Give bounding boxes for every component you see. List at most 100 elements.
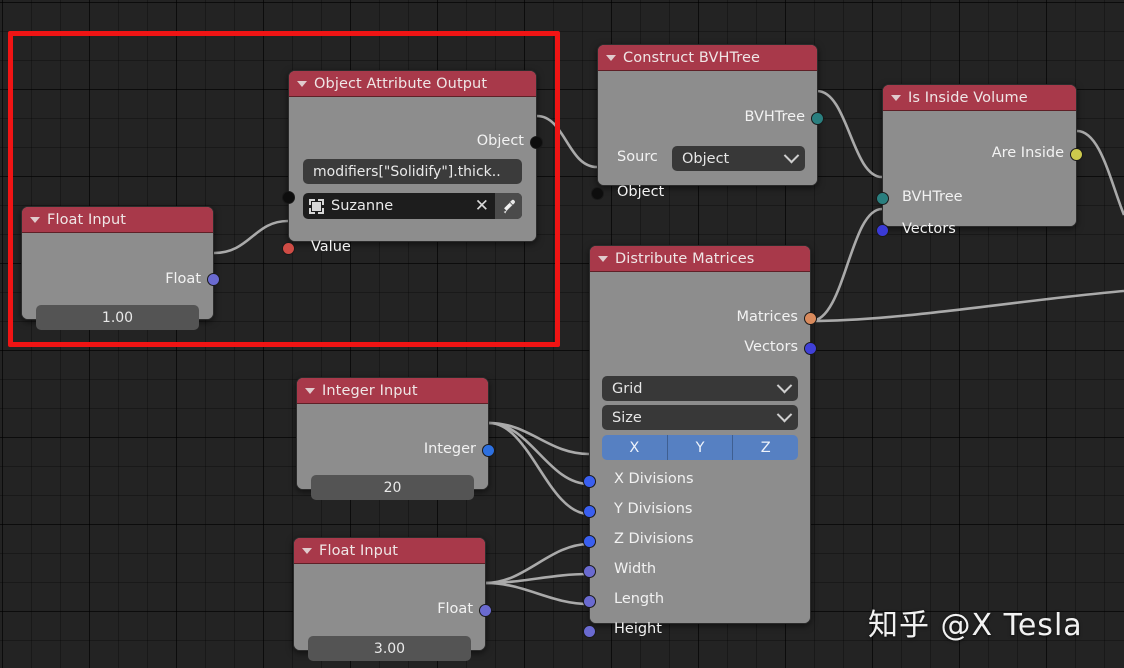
object-data-icon	[309, 198, 324, 214]
input-label-z-divisions: Z Divisions	[614, 531, 694, 547]
input-socket-vectors[interactable]	[876, 224, 889, 237]
node-title: Is Inside Volume	[908, 89, 1028, 106]
output-socket-object[interactable]	[530, 136, 543, 149]
input-socket-x-divisions[interactable]	[583, 475, 596, 488]
output-label-are-inside: Are Inside	[991, 145, 1064, 161]
input-label-width: Width	[614, 561, 657, 577]
input-label-value: Value	[311, 239, 351, 255]
node-body: Are Inside BVHTree Vectors	[876, 111, 1083, 237]
float-value-field[interactable]: 1.00	[36, 305, 199, 330]
node-integer-input[interactable]: Integer Input Integer 20	[296, 377, 495, 500]
node-distribute-matrices[interactable]: Distribute Matrices Matrices Vectors Gri…	[583, 245, 817, 638]
node-header[interactable]: Float Input	[294, 538, 485, 564]
watermark-text: 知乎 @X Tesla	[868, 608, 1083, 643]
node-float-input-1[interactable]: Float Input Float 1.00	[21, 206, 220, 330]
object-name-value: Suzanne	[331, 198, 394, 214]
input-socket-height[interactable]	[583, 625, 596, 638]
axis-toggle-x[interactable]: X	[602, 435, 668, 460]
input-label-bvhtree: BVHTree	[902, 189, 963, 205]
output-socket-integer[interactable]	[482, 444, 495, 457]
collapse-triangle-icon[interactable]	[302, 547, 312, 554]
output-socket-bvhtree[interactable]	[811, 112, 824, 125]
node-object-attribute-output[interactable]: Object Attribute Output Object modifiers…	[282, 70, 543, 255]
distribution-mode-value: Grid	[612, 380, 643, 397]
collapse-triangle-icon[interactable]	[598, 255, 608, 262]
link-vectors-to-offscreen	[810, 289, 1124, 323]
clear-object-icon[interactable]: ✕	[469, 197, 495, 215]
output-socket-float[interactable]	[479, 604, 492, 617]
node-title: Float Input	[319, 542, 399, 559]
input-socket-object[interactable]	[282, 191, 295, 204]
eyedropper-glyph	[503, 199, 515, 213]
node-header[interactable]: Distribute Matrices	[590, 246, 810, 272]
size-mode-dropdown[interactable]: Size	[602, 405, 798, 430]
output-socket-float[interactable]	[207, 273, 220, 286]
node-header[interactable]: Object Attribute Output	[289, 71, 536, 97]
output-label-matrices: Matrices	[736, 309, 798, 325]
node-title: Construct BVHTree	[623, 49, 761, 66]
source-dropdown[interactable]: Object	[672, 146, 805, 171]
node-construct-bvhtree[interactable]: Construct BVHTree BVHTree Sourc Object O…	[591, 44, 824, 200]
output-socket-vectors[interactable]	[804, 342, 817, 355]
output-label-integer: Integer	[423, 441, 476, 457]
node-body: Integer 20	[297, 404, 495, 500]
input-socket-length[interactable]	[583, 595, 596, 608]
input-label-y-divisions: Y Divisions	[614, 501, 693, 517]
attribute-path-field[interactable]: modifiers["Solidify"].thick..	[303, 159, 522, 184]
source-dropdown-value: Object	[682, 150, 730, 167]
float-value-field[interactable]: 3.00	[308, 636, 471, 661]
input-label-object: Object	[617, 184, 665, 200]
node-header[interactable]: Is Inside Volume	[883, 85, 1076, 111]
node-editor-canvas[interactable]: Float Input Float 1.00 Object Attribute …	[0, 0, 1124, 668]
collapse-triangle-icon[interactable]	[30, 216, 40, 223]
axis-toggle-z[interactable]: Z	[733, 435, 798, 460]
axis-toggle-y[interactable]: Y	[667, 435, 734, 460]
collapse-triangle-icon[interactable]	[891, 94, 901, 101]
node-header[interactable]: Construct BVHTree	[598, 45, 817, 71]
input-socket-object[interactable]	[591, 187, 604, 200]
collapse-triangle-icon[interactable]	[606, 54, 616, 61]
link-int-to-zdiv	[488, 421, 590, 516]
integer-value-field[interactable]: 20	[311, 475, 474, 500]
link-float2-to-height	[485, 581, 590, 606]
input-socket-z-divisions[interactable]	[583, 535, 596, 548]
collapse-triangle-icon[interactable]	[297, 80, 307, 87]
chevron-down-icon	[776, 377, 793, 394]
node-title: Distribute Matrices	[615, 250, 755, 267]
node-body: Matrices Vectors Grid Size X Y Z X Divis…	[583, 272, 817, 638]
input-socket-bvhtree[interactable]	[876, 192, 889, 205]
input-label-x-divisions: X Divisions	[614, 471, 694, 487]
chevron-down-icon	[783, 147, 800, 164]
output-socket-matrices[interactable]	[804, 312, 817, 325]
node-header[interactable]: Float Input	[22, 207, 213, 233]
output-label-object: Object	[476, 133, 524, 149]
output-socket-are-inside[interactable]	[1070, 148, 1083, 161]
collapse-triangle-icon[interactable]	[305, 387, 315, 394]
node-title: Integer Input	[322, 382, 418, 399]
input-socket-value[interactable]	[282, 242, 295, 255]
node-body: BVHTree Sourc Object Object	[591, 71, 824, 200]
link-bvhtree-to-isinside	[816, 89, 883, 179]
link-int-to-ydiv	[488, 421, 590, 486]
output-label-float: Float	[165, 271, 201, 287]
node-header[interactable]: Integer Input	[297, 378, 488, 404]
axis-toggle-row[interactable]: X Y Z	[602, 435, 798, 460]
object-selector-field[interactable]: Suzanne ✕	[303, 193, 522, 219]
input-socket-width[interactable]	[583, 565, 596, 578]
link-float2-to-length	[485, 572, 590, 585]
output-label-vectors: Vectors	[744, 339, 798, 355]
output-label-bvhtree: BVHTree	[744, 109, 805, 125]
input-label-height: Height	[614, 621, 662, 637]
input-socket-y-divisions[interactable]	[583, 505, 596, 518]
eyedropper-icon[interactable]	[495, 193, 522, 219]
output-label-float: Float	[437, 601, 473, 617]
link-areinside-to-offscreen	[1076, 129, 1124, 216]
distribution-mode-dropdown[interactable]: Grid	[602, 376, 798, 401]
node-is-inside-volume[interactable]: Is Inside Volume Are Inside BVHTree Vect…	[876, 84, 1083, 237]
node-float-input-2[interactable]: Float Input Float 3.00	[293, 537, 492, 661]
node-body: Float 1.00	[22, 233, 220, 330]
node-title: Object Attribute Output	[314, 75, 488, 92]
input-label-vectors: Vectors	[902, 221, 956, 237]
node-title: Float Input	[47, 211, 127, 228]
node-body: Object modifiers["Solidify"].thick.. Suz…	[282, 97, 543, 255]
